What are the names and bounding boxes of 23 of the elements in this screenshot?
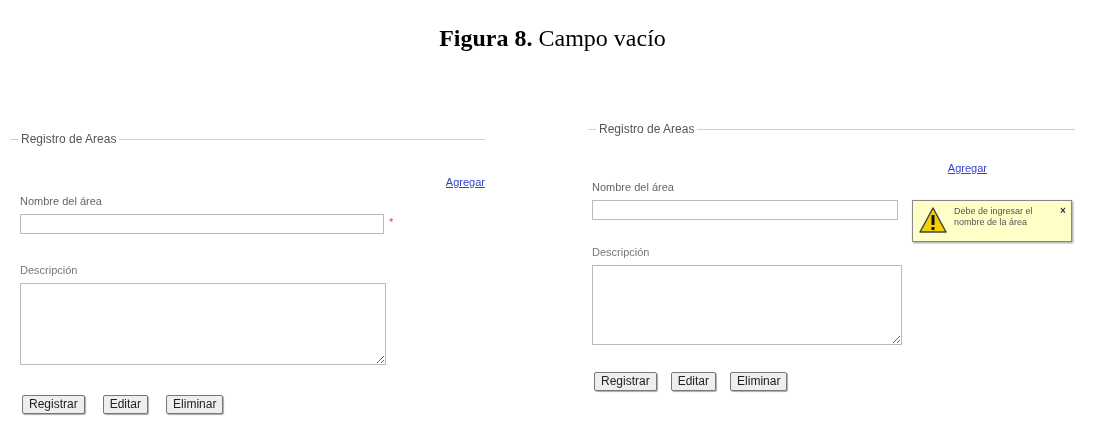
field-label: Descripción bbox=[592, 245, 651, 260]
section-legend: Registro de Areas bbox=[18, 130, 120, 148]
section-legend: Registro de Areas bbox=[596, 120, 698, 138]
figure-caption: Figura 8. Campo vacío bbox=[439, 24, 666, 53]
warning-icon bbox=[918, 206, 948, 234]
form-button[interactable]: Editar bbox=[670, 371, 717, 391]
required-marker: * bbox=[389, 215, 394, 230]
add-link[interactable]: Agregar bbox=[947, 160, 987, 177]
form-button[interactable]: Eliminar bbox=[166, 394, 224, 414]
field-label: Nombre del área bbox=[592, 179, 675, 195]
form-button[interactable]: Registrar bbox=[594, 371, 657, 391]
name-field[interactable] bbox=[20, 214, 384, 234]
close-button[interactable]: × bbox=[1060, 206, 1066, 216]
description-field[interactable] bbox=[592, 264, 902, 345]
add-link[interactable]: Agregar bbox=[445, 174, 485, 191]
description-field[interactable] bbox=[20, 282, 386, 365]
form-button[interactable]: Eliminar bbox=[730, 371, 788, 391]
name-field[interactable] bbox=[592, 200, 898, 220]
field-label: Nombre del área bbox=[20, 193, 103, 209]
form-button[interactable]: Registrar bbox=[22, 394, 85, 414]
field-label: Descripción bbox=[20, 263, 79, 278]
form-button[interactable]: Editar bbox=[102, 394, 149, 414]
tooltip-message: Debe de ingresar el nombre de la área bbox=[954, 206, 1034, 228]
